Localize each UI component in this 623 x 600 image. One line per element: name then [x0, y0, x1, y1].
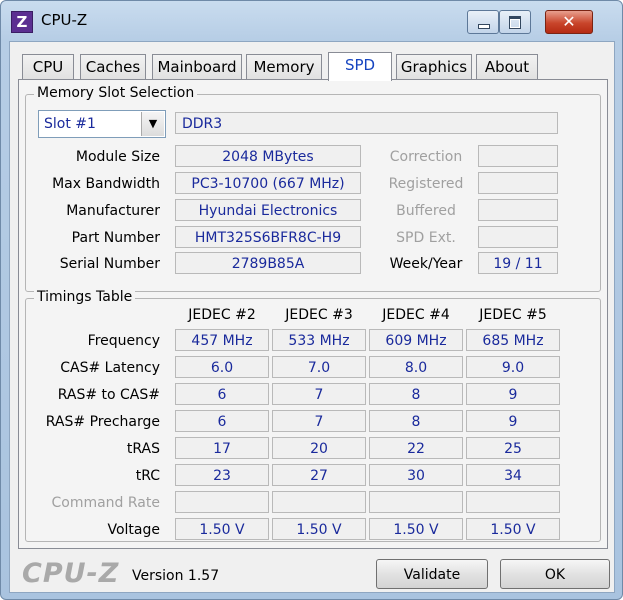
version-label: Version 1.57: [132, 568, 220, 584]
minimize-button[interactable]: [467, 10, 499, 34]
week-year-label: Week/Year: [389, 256, 463, 272]
command-rate-label: Command Rate: [51, 495, 160, 511]
timing-cell: 17: [175, 437, 269, 459]
memory-slot-group-title: Memory Slot Selection: [34, 85, 198, 101]
tab-spd[interactable]: SPD: [328, 52, 392, 81]
module-size-value: 2048 MBytes: [175, 145, 361, 167]
max-bandwidth-label: Max Bandwidth: [52, 176, 160, 192]
timing-cell: 1.50 V: [466, 518, 560, 540]
title-bar[interactable]: Z CPU-Z ✕: [1, 1, 622, 37]
timing-cell: 685 MHz: [466, 329, 560, 351]
correction-value: [478, 145, 558, 167]
timing-cell: 22: [369, 437, 463, 459]
correction-label: Correction: [389, 149, 463, 165]
timing-cell: [369, 491, 463, 513]
timing-cell: 1.50 V: [175, 518, 269, 540]
column-header: JEDEC #2: [188, 307, 256, 323]
manufacturer-value: Hyundai Electronics: [175, 199, 361, 221]
cas-latency-label: CAS# Latency: [60, 360, 160, 376]
ras-precharge-label: RAS# Precharge: [45, 414, 160, 430]
spd-ext-label: SPD Ext.: [396, 230, 456, 246]
serial-number-label: Serial Number: [59, 256, 160, 272]
memory-type-value: DDR3: [175, 112, 558, 134]
close-icon: ✕: [562, 12, 576, 31]
ok-button[interactable]: OK: [500, 559, 610, 589]
timing-cell: 6: [175, 410, 269, 432]
maximize-icon: [509, 16, 521, 29]
timing-cell: 9.0: [466, 356, 560, 378]
timing-cell: [175, 491, 269, 513]
maximize-button[interactable]: [499, 10, 531, 34]
manufacturer-label: Manufacturer: [66, 203, 160, 219]
spd-ext-value: [478, 226, 558, 248]
timing-cell: 9: [466, 410, 560, 432]
max-bandwidth-value: PC3-10700 (667 MHz): [175, 172, 361, 194]
ras-to-cas-label: RAS# to CAS#: [57, 387, 160, 403]
week-year-value: 19 / 11: [478, 252, 558, 274]
memory-slot-group: Memory Slot Selection Slot #1 ▼ DDR3 Mod…: [25, 85, 601, 292]
timing-cell: 457 MHz: [175, 329, 269, 351]
trc-label: tRC: [135, 468, 160, 484]
registered-value: [478, 172, 558, 194]
timing-cell: 8: [369, 383, 463, 405]
chevron-down-icon[interactable]: ▼: [141, 112, 164, 136]
app-icon: Z: [11, 11, 33, 33]
timing-cell: 34: [466, 464, 560, 486]
timings-group: Timings Table JEDEC #2 JEDEC #3 JEDEC #4…: [25, 289, 601, 542]
timing-cell: 6.0: [175, 356, 269, 378]
timing-cell: 27: [272, 464, 366, 486]
timings-group-title: Timings Table: [34, 289, 136, 305]
timing-cell: 7: [272, 410, 366, 432]
cpu-z-window: Z CPU-Z ✕ CPU Caches Mainboard Memory SP…: [0, 0, 623, 600]
module-size-label: Module Size: [75, 149, 160, 165]
timing-cell: 8: [369, 410, 463, 432]
tab-cpu[interactable]: CPU: [22, 54, 74, 79]
timing-cell: 1.50 V: [272, 518, 366, 540]
client-area: CPU Caches Mainboard Memory SPD Graphics…: [9, 41, 615, 593]
tab-graphics[interactable]: Graphics: [396, 54, 472, 79]
tab-strip: CPU Caches Mainboard Memory SPD Graphics…: [18, 52, 608, 81]
serial-number-value: 2789B85A: [175, 252, 361, 274]
timing-cell: 7.0: [272, 356, 366, 378]
buffered-label: Buffered: [396, 203, 456, 219]
timing-cell: [466, 491, 560, 513]
registered-label: Registered: [388, 176, 464, 192]
window-title: CPU-Z: [41, 11, 88, 29]
tab-about[interactable]: About: [476, 54, 538, 79]
timing-cell: 25: [466, 437, 560, 459]
timing-cell: 609 MHz: [369, 329, 463, 351]
buffered-value: [478, 199, 558, 221]
cpu-z-brand-logo: CPU-Z: [22, 558, 120, 589]
slot-select-value: Slot #1: [44, 116, 96, 132]
timing-cell: 6: [175, 383, 269, 405]
timing-cell: 30: [369, 464, 463, 486]
voltage-label: Voltage: [107, 522, 160, 538]
timing-cell: 533 MHz: [272, 329, 366, 351]
minimize-icon: [478, 24, 490, 29]
column-header: JEDEC #4: [382, 307, 450, 323]
timing-cell: 9: [466, 383, 560, 405]
timing-cell: 7: [272, 383, 366, 405]
column-header: JEDEC #3: [285, 307, 353, 323]
spd-panel: Memory Slot Selection Slot #1 ▼ DDR3 Mod…: [18, 79, 608, 549]
column-header: JEDEC #5: [479, 307, 547, 323]
validate-button[interactable]: Validate: [376, 559, 488, 589]
timing-cell: 23: [175, 464, 269, 486]
timing-cell: [272, 491, 366, 513]
tab-mainboard[interactable]: Mainboard: [152, 54, 242, 79]
part-number-label: Part Number: [71, 230, 160, 246]
close-button[interactable]: ✕: [545, 10, 593, 34]
timing-cell: 8.0: [369, 356, 463, 378]
slot-select[interactable]: Slot #1 ▼: [38, 110, 166, 138]
tras-label: tRAS: [126, 441, 160, 457]
tab-memory[interactable]: Memory: [246, 54, 322, 79]
part-number-value: HMT325S6BFR8C-H9: [175, 226, 361, 248]
tab-caches[interactable]: Caches: [80, 54, 146, 79]
frequency-label: Frequency: [87, 333, 160, 349]
timing-cell: 1.50 V: [369, 518, 463, 540]
timing-cell: 20: [272, 437, 366, 459]
